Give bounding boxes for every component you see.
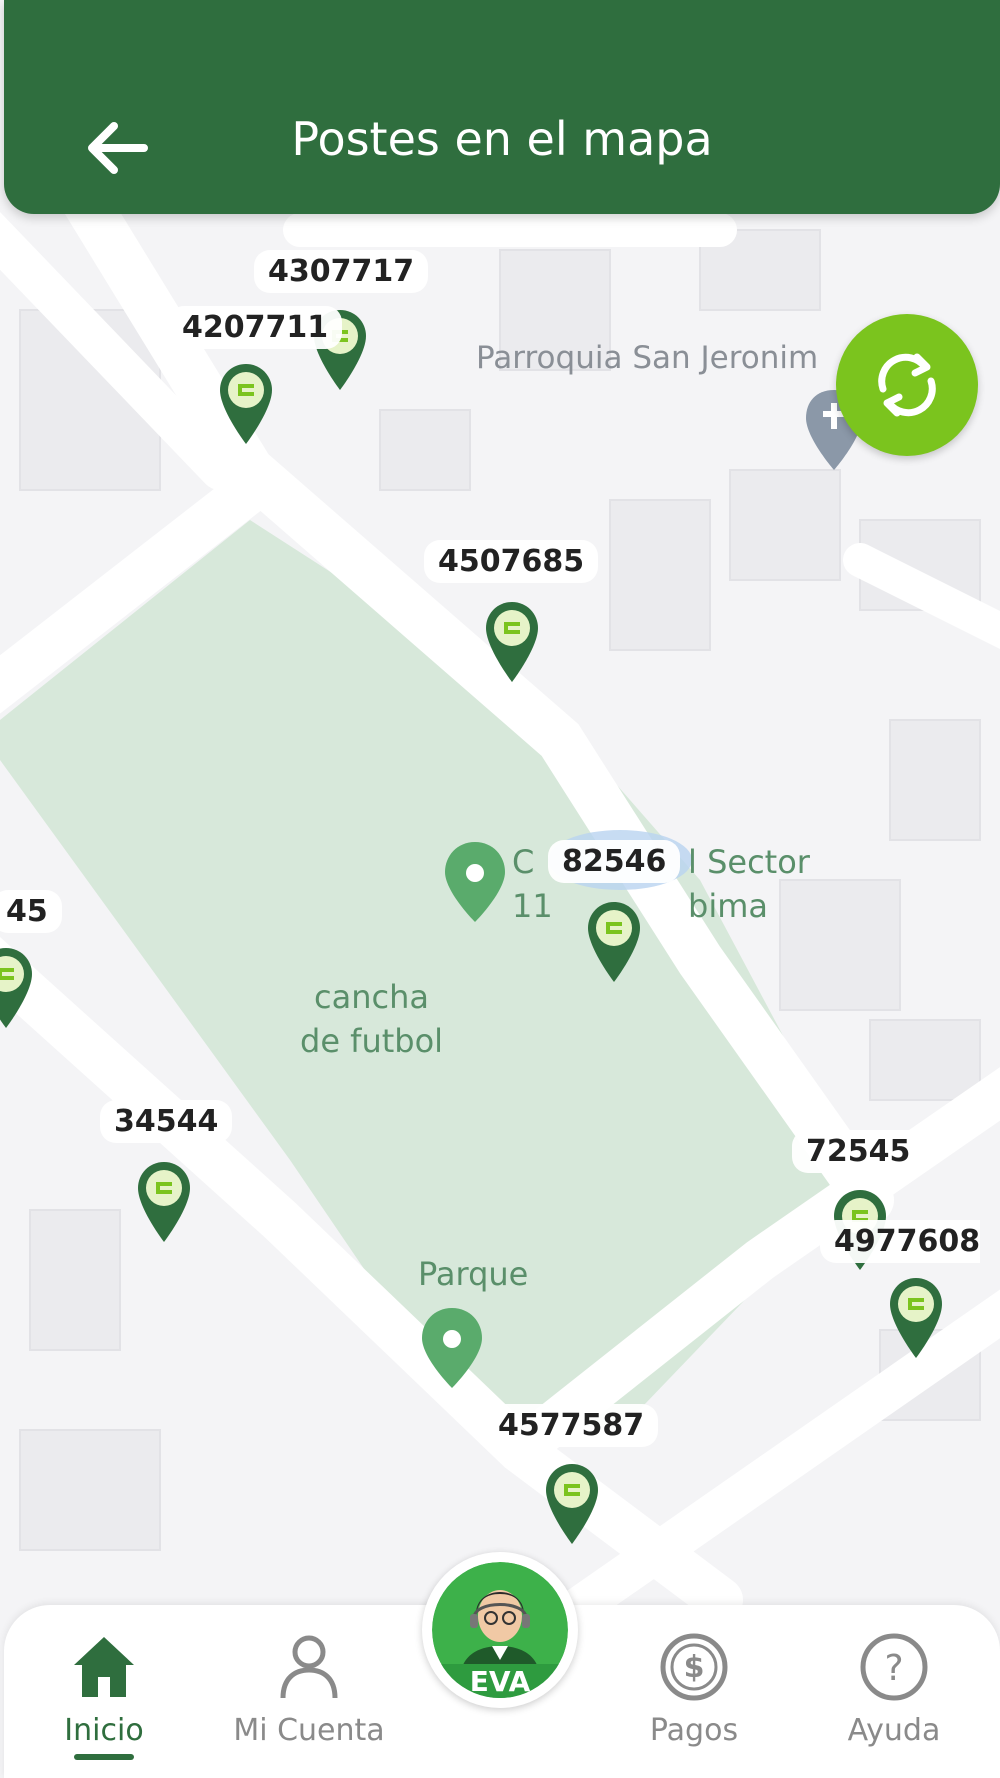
eva-assistant-button[interactable]: EVA: [422, 1552, 578, 1708]
pole-pin-icon[interactable]: [544, 1462, 600, 1546]
nav-item-pagos[interactable]: $ Pagos: [634, 1605, 754, 1778]
pole-pin-icon[interactable]: [0, 946, 34, 1030]
nav-item-inicio[interactable]: Inicio: [44, 1605, 164, 1778]
eva-avatar-icon: EVA: [432, 1562, 568, 1698]
refresh-icon: [878, 353, 936, 417]
map-canvas[interactable]: [0, 0, 1000, 1778]
pole-label[interactable]: 4577587: [484, 1404, 659, 1447]
pole-label[interactable]: 4977608: [820, 1220, 981, 1263]
page-title: Postes en el mapa: [291, 112, 713, 166]
nav-label-ayuda: Ayuda: [847, 1713, 941, 1748]
help-icon: ?: [860, 1633, 928, 1701]
refresh-button[interactable]: [836, 314, 978, 456]
nav-label-mi-cuenta: Mi Cuenta: [233, 1713, 385, 1748]
dollar-icon: $: [660, 1633, 728, 1701]
pole-label[interactable]: 82546: [548, 840, 681, 883]
eva-label: EVA: [470, 1665, 531, 1698]
pole-label[interactable]: 4307717: [254, 250, 429, 293]
pole-pin-icon[interactable]: [218, 362, 274, 446]
sector-label-right: l Sector bima: [688, 843, 810, 925]
pole-pin-icon[interactable]: [586, 900, 642, 984]
pole-label[interactable]: 72545: [792, 1130, 925, 1173]
pole-label[interactable]: 34544: [100, 1100, 233, 1143]
pole-label[interactable]: 4207711: [168, 306, 343, 349]
pole-pin-icon[interactable]: [888, 1276, 944, 1360]
cancha-label: cancha de futbol: [300, 978, 444, 1060]
svg-text:?: ?: [884, 1648, 903, 1689]
sector-label-left: C 11: [512, 843, 553, 925]
user-icon: [280, 1635, 338, 1699]
active-tab-indicator: [74, 1754, 134, 1760]
parroquia-label: Parroquia San Jeronim: [476, 340, 819, 376]
nav-item-ayuda[interactable]: ? Ayuda: [834, 1605, 954, 1778]
pole-label[interactable]: 45: [0, 890, 62, 933]
pole-pin-icon[interactable]: [484, 600, 540, 684]
nav-label-inicio: Inicio: [64, 1713, 144, 1748]
pole-pin-icon[interactable]: [136, 1160, 192, 1244]
svg-text:$: $: [684, 1650, 705, 1685]
nav-item-mi-cuenta[interactable]: Mi Cuenta: [224, 1605, 394, 1778]
home-icon: [74, 1637, 134, 1697]
nav-label-pagos: Pagos: [649, 1713, 739, 1748]
pole-label[interactable]: 4507685: [424, 540, 599, 583]
parque-label: Parque: [418, 1255, 529, 1293]
app-header: Postes en el mapa: [4, 0, 1000, 214]
